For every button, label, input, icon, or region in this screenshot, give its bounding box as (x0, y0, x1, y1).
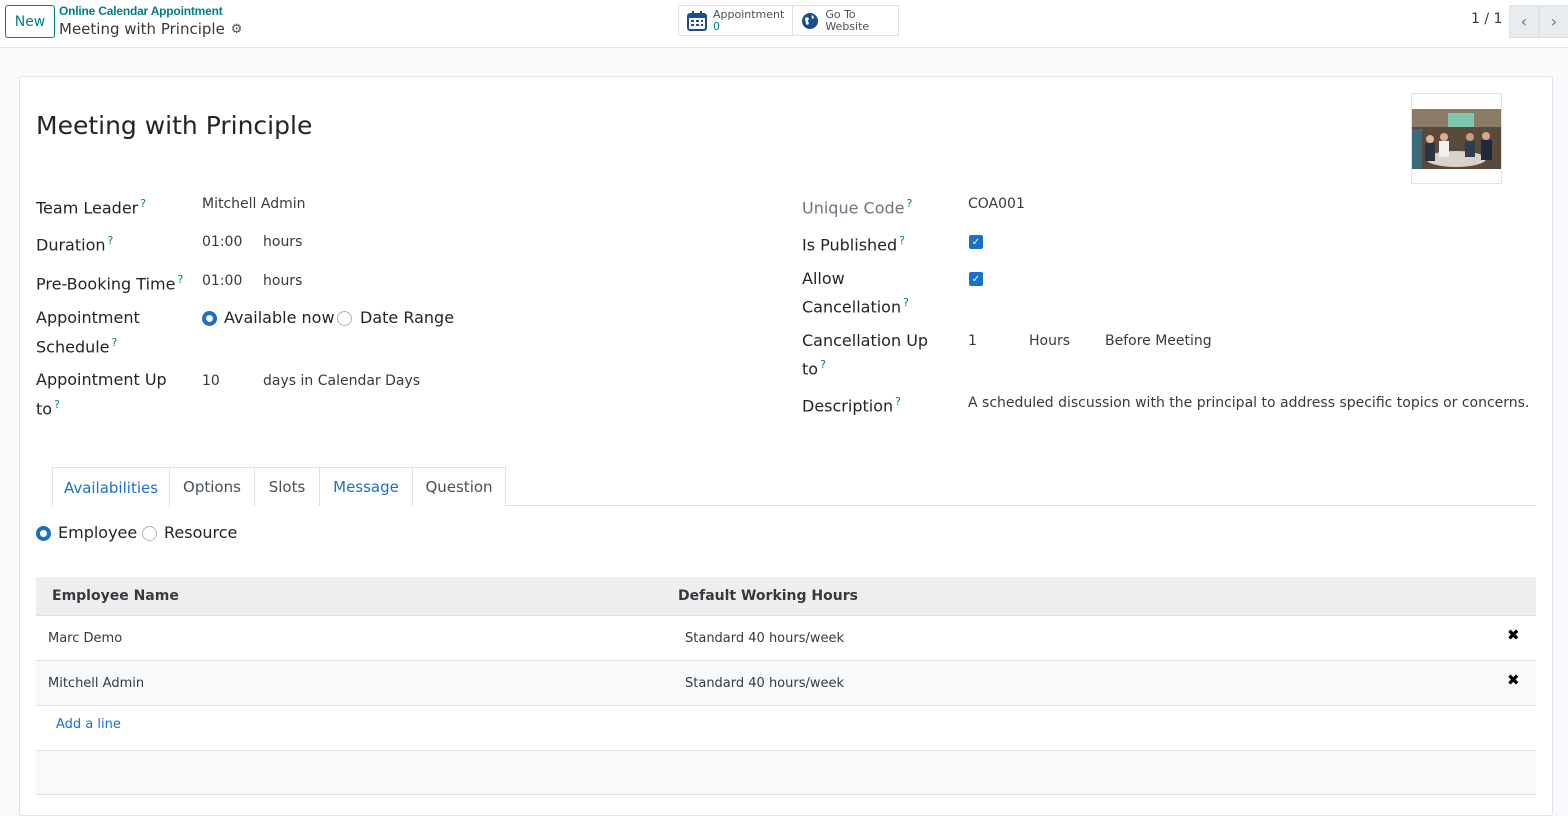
table-header: Employee Name Default Working Hours (36, 577, 1536, 616)
unique-code-value: COA001 (968, 196, 1025, 212)
up-to-unit[interactable]: days in Calendar Days (263, 369, 420, 393)
help-icon[interactable]: ? (177, 273, 183, 286)
delete-icon[interactable]: ✖ (1507, 671, 1520, 689)
record-name: Meeting with Principle (59, 20, 225, 38)
duration-value[interactable]: 01:00 (202, 230, 242, 254)
form-title[interactable]: Meeting with Principle (36, 111, 312, 140)
duration-unit: hours (263, 234, 303, 250)
pre-booking-unit: hours (263, 273, 303, 289)
schedule-label-line1: Appointment (36, 308, 140, 327)
gear-icon[interactable]: ⚙ (231, 22, 243, 37)
smart-buttons: Appointment 0 Go To Website (678, 5, 900, 36)
tab-options[interactable]: Options (169, 467, 255, 506)
form-sheet: Meeting with Principle Team Leader? Mitc… (19, 76, 1553, 816)
up-to-label-line1: Appointment Up (36, 370, 167, 389)
allow-cancellation-label-line1: Allow (802, 269, 845, 288)
help-icon[interactable]: ? (903, 296, 909, 309)
available-now-radio[interactable] (202, 311, 217, 326)
chevron-right-icon[interactable]: › (1539, 5, 1568, 38)
help-icon[interactable]: ? (895, 395, 901, 408)
description-label: Description? (802, 395, 901, 416)
tab-availabilities[interactable]: Availabilities (52, 467, 170, 507)
appointment-image[interactable] (1411, 93, 1502, 184)
tab-message[interactable]: Message (319, 467, 413, 506)
cancellation-suffix: Before Meeting (1105, 333, 1212, 349)
delete-icon[interactable]: ✖ (1507, 626, 1520, 644)
notebook-tabs: Availabilities Options Slots Message Que… (52, 467, 1536, 507)
control-panel: New Online Calendar Appointment Meeting … (0, 0, 1568, 48)
pre-booking-label: Pre-Booking Time? (36, 273, 184, 294)
cancellation-up-to-label-line1: Cancellation Up (802, 331, 929, 350)
schedule-label-line2: Schedule? (36, 336, 118, 357)
is-published-label: Is Published? (802, 234, 906, 255)
cancellation-up-to-label-line2: to? (802, 358, 826, 379)
employee-name-cell[interactable]: Marc Demo (48, 616, 122, 660)
description-value[interactable]: A scheduled discussion with the principa… (968, 391, 1529, 415)
team-leader-value[interactable]: Mitchell Admin (202, 192, 306, 216)
new-button[interactable]: New (5, 5, 55, 38)
help-icon[interactable]: ? (820, 358, 826, 371)
date-range-radio[interactable] (337, 311, 352, 326)
table-row[interactable]: Mitchell Admin Standard 40 hours/week ✖ (36, 661, 1536, 706)
appointment-label: Appointment (713, 7, 785, 21)
empty-table-row (36, 750, 1536, 795)
help-icon[interactable]: ? (54, 398, 60, 411)
table-row[interactable]: Marc Demo Standard 40 hours/week ✖ (36, 616, 1536, 661)
tab-question[interactable]: Question (412, 467, 506, 506)
up-to-label-line2: to? (36, 398, 60, 419)
up-to-value[interactable]: 10 (202, 369, 220, 393)
allow-cancellation-checkbox[interactable]: ✓ (969, 272, 983, 286)
globe-icon (802, 12, 819, 29)
is-published-checkbox[interactable]: ✓ (969, 235, 983, 249)
help-icon[interactable]: ? (899, 234, 905, 247)
website-label-line1: Go To (825, 7, 856, 21)
go-to-website-button[interactable]: Go To Website (793, 5, 900, 36)
help-icon[interactable]: ? (108, 234, 114, 247)
cancellation-value[interactable]: 1 (968, 329, 977, 353)
column-default-working-hours[interactable]: Default Working Hours (678, 577, 858, 615)
employee-name-cell[interactable]: Mitchell Admin (48, 661, 144, 705)
resource-label[interactable]: Resource (164, 523, 237, 543)
tab-slots[interactable]: Slots (254, 467, 320, 506)
help-icon[interactable]: ? (906, 197, 912, 210)
calendar-icon (687, 10, 707, 31)
employee-radio[interactable] (36, 526, 51, 541)
breadcrumb-current: Meeting with Principle ⚙ (59, 20, 242, 38)
pre-booking-value[interactable]: 01:00 (202, 269, 242, 293)
pager-buttons: ‹ › (1509, 5, 1568, 38)
cancellation-unit[interactable]: Hours (1029, 329, 1070, 353)
pager-value[interactable]: 1 / 1 (1471, 11, 1502, 27)
help-icon[interactable]: ? (140, 197, 146, 210)
working-hours-cell[interactable]: Standard 40 hours/week (685, 616, 844, 660)
available-now-label[interactable]: Available now (224, 308, 335, 328)
date-range-label[interactable]: Date Range (360, 308, 454, 328)
employee-label[interactable]: Employee (58, 523, 137, 543)
appointment-count: 0 (713, 19, 720, 33)
appointment-smart-button[interactable]: Appointment 0 (678, 5, 794, 36)
working-hours-cell[interactable]: Standard 40 hours/week (685, 661, 844, 705)
meeting-photo-icon (1412, 108, 1501, 169)
column-employee-name[interactable]: Employee Name (52, 577, 179, 615)
duration-label: Duration? (36, 234, 114, 255)
unique-code-label: Unique Code? (802, 197, 913, 218)
allow-cancellation-label-line2: Cancellation? (802, 296, 909, 317)
breadcrumb-link[interactable]: Online Calendar Appointment (59, 4, 223, 18)
team-leader-label: Team Leader? (36, 197, 147, 218)
resource-radio[interactable] (142, 526, 157, 541)
add-line-link[interactable]: Add a line (56, 717, 121, 732)
website-label-line2: Website (825, 19, 870, 33)
chevron-left-icon[interactable]: ‹ (1509, 5, 1539, 38)
help-icon[interactable]: ? (112, 336, 118, 349)
